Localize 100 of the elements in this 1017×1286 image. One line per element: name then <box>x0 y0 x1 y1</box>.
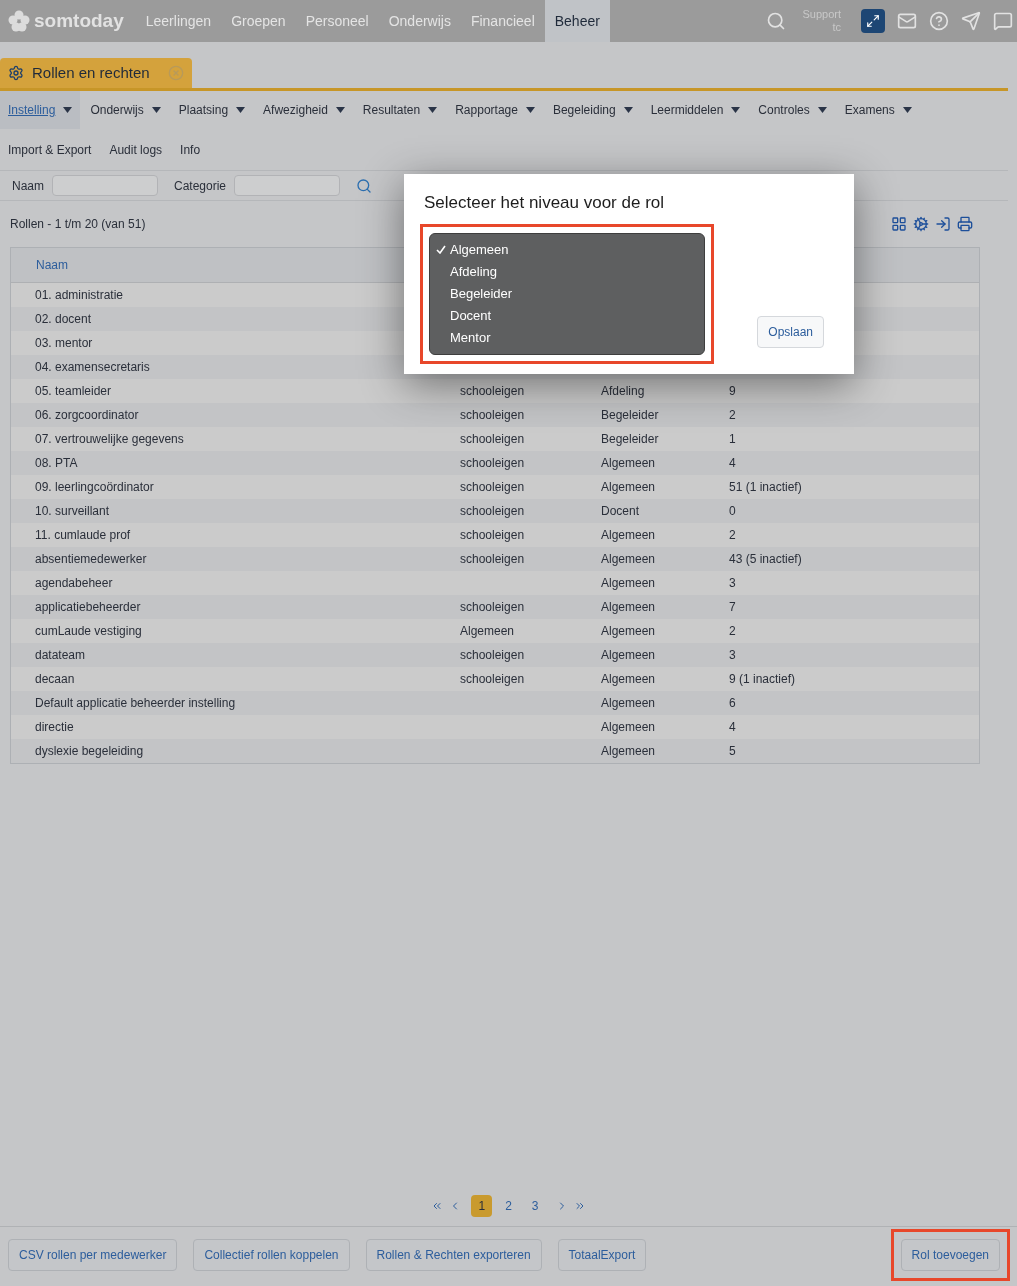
filter-label: Naam <box>12 177 44 195</box>
submenu-link[interactable]: Info <box>180 140 201 159</box>
table-cell: 4 <box>729 720 736 734</box>
table-cell: schooleigen <box>460 600 525 614</box>
footer-button[interactable]: CSV rollen per medewerker <box>8 1238 178 1271</box>
table-cell: Algemeen <box>601 720 656 734</box>
fullscreen-button[interactable] <box>861 9 885 33</box>
filter-label: Categorie <box>174 177 227 195</box>
table-cell-text: 04. examensecretaris <box>34 359 151 376</box>
table-cell-text: applicatiebeheerder <box>34 599 142 616</box>
table-cell: schooleigen <box>460 408 525 422</box>
mail-icon[interactable] <box>897 11 917 31</box>
table-cell: 6 <box>729 696 736 710</box>
close-icon[interactable] <box>168 65 184 81</box>
table-cell: schooleigen <box>460 504 525 518</box>
table-cell: 3 <box>729 576 736 590</box>
footer-button[interactable]: TotaalExport <box>557 1238 647 1271</box>
table-cell-text: Default applicatie beheerder instelling <box>34 695 237 712</box>
menu-item[interactable]: Controles <box>750 91 835 129</box>
help-icon[interactable] <box>929 11 949 31</box>
table-cell: schooleigen <box>460 648 525 662</box>
menu-item[interactable]: Leermiddelen <box>642 91 749 129</box>
footer-button[interactable]: Rol toevoegen <box>900 1238 1000 1271</box>
column-header[interactable]: Naam <box>36 256 68 274</box>
table-cell: 1 <box>729 432 736 446</box>
table-cell: 2 <box>729 528 736 542</box>
table-cell: 9 (1 inactief) <box>729 672 796 686</box>
table-cell: schooleigen <box>460 528 525 542</box>
submenu-link[interactable]: Import & Export <box>8 140 92 159</box>
dropdown-option[interactable]: Afdeling <box>430 260 704 283</box>
table-cell: Algemeen <box>601 648 656 662</box>
page-link[interactable]: 2 <box>498 1195 519 1217</box>
dropdown-option[interactable]: Algemeen <box>430 238 704 261</box>
login-icon[interactable] <box>935 216 951 232</box>
table-cell: Algemeen <box>460 624 515 638</box>
table-cell: schooleigen <box>460 384 525 398</box>
table-cell: schooleigen <box>460 552 525 566</box>
nav-tab[interactable]: Beheer <box>544 0 610 42</box>
table-cell-text: 08. PTA <box>34 455 79 472</box>
table-cell: schooleigen <box>460 672 525 686</box>
dropdown-option[interactable]: Docent <box>430 304 704 327</box>
table-cell: Algemeen <box>601 576 656 590</box>
table-cell-text: 05. teamleider <box>34 383 113 400</box>
table-cell: 4 <box>729 456 736 470</box>
submenu-link[interactable]: Audit logs <box>109 140 163 159</box>
table-cell: 5 <box>729 744 736 758</box>
first-page-icon[interactable] <box>431 1200 444 1212</box>
last-page-icon[interactable] <box>573 1200 586 1212</box>
menu-item[interactable]: Resultaten <box>354 91 446 129</box>
table-cell-text: agendabeheer <box>34 575 114 592</box>
table-cell: Algemeen <box>601 696 656 710</box>
table-cell: Algemeen <box>601 456 656 470</box>
table-cell-text: datateam <box>34 647 87 664</box>
search-icon[interactable] <box>356 177 373 194</box>
table-cell: schooleigen <box>460 480 525 494</box>
filter-field[interactable] <box>234 175 341 196</box>
brand-name: somtoday <box>34 8 124 33</box>
table-cell: schooleigen <box>460 432 525 446</box>
table-cell-text: 11. cumlaude prof <box>34 527 132 544</box>
menu-item[interactable]: Rapportage <box>447 91 543 129</box>
table-cell: Algemeen <box>601 744 656 758</box>
table-cell-text: absentiemedewerker <box>34 551 148 568</box>
menu-item[interactable]: Onderwijs <box>82 91 169 129</box>
table-cell: schooleigen <box>460 456 525 470</box>
table-cell: 51 (1 inactief) <box>729 480 802 494</box>
grid-icon[interactable] <box>891 216 907 232</box>
dialog-title: Selecteer het niveau voor de rol <box>424 192 666 214</box>
table-cell: 0 <box>729 504 736 518</box>
dropdown-option[interactable]: Begeleider <box>430 282 704 305</box>
gears-icon[interactable] <box>913 216 929 232</box>
menu-item[interactable]: Begeleiding <box>544 91 641 129</box>
filter-field[interactable] <box>52 175 158 196</box>
save-button[interactable]: Opslaan <box>757 315 824 348</box>
table-cell: Algemeen <box>601 624 656 638</box>
dropdown-option[interactable]: Mentor <box>430 326 704 349</box>
table-cell: 7 <box>729 600 736 614</box>
table-cell-text: 07. vertrouwelijke gegevens <box>34 431 185 448</box>
table-cell-text: 06. zorgcoordinator <box>34 407 140 424</box>
footer-button[interactable]: Rollen & Rechten exporteren <box>365 1238 542 1271</box>
send-icon[interactable] <box>961 11 981 31</box>
page-tab[interactable]: Rollen en rechten <box>0 58 192 88</box>
menu-item[interactable]: Plaatsing <box>170 91 254 129</box>
gear-icon <box>8 65 24 81</box>
footer-button[interactable]: Collectief rollen koppelen <box>193 1238 350 1271</box>
menu-item[interactable]: Examens <box>836 91 920 129</box>
table-cell: Algemeen <box>601 672 656 686</box>
printer-icon[interactable] <box>957 216 973 232</box>
search-icon[interactable] <box>766 11 787 31</box>
table-cell: 2 <box>729 624 736 638</box>
menu-item[interactable]: Instelling <box>0 91 81 129</box>
table-cell-text: directie <box>34 719 75 736</box>
chat-icon[interactable] <box>993 11 1013 31</box>
logo-icon <box>8 10 30 32</box>
expand-icon <box>866 14 880 28</box>
table-cell-text: 10. surveillant <box>34 503 111 520</box>
table-cell: Algemeen <box>601 552 656 566</box>
page-link[interactable]: 3 <box>524 1195 546 1217</box>
table-cell: Algemeen <box>601 528 656 542</box>
page-link[interactable]: 1 <box>471 1195 493 1217</box>
menu-item[interactable]: Afwezigheid <box>255 91 353 129</box>
